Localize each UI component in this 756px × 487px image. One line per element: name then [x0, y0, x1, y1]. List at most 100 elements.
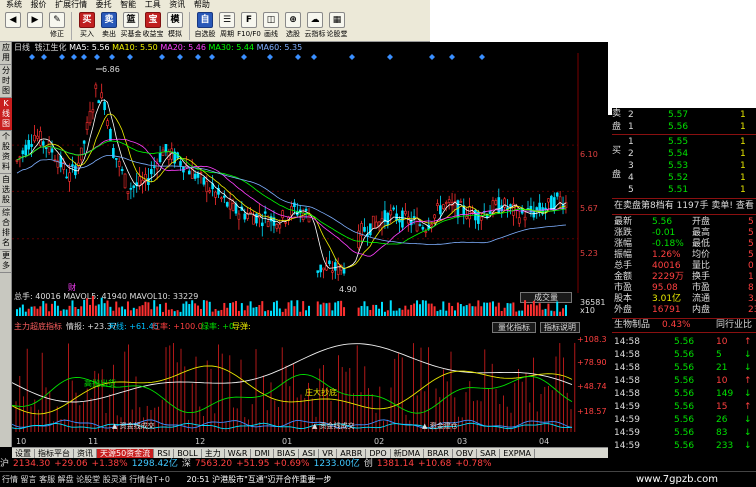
- quant-indicator-button[interactable]: 量化指标: [492, 322, 536, 333]
- volume-bar: [424, 300, 427, 316]
- indicator-tab[interactable]: 天源50资金流: [97, 449, 155, 458]
- candle-body: [243, 213, 247, 220]
- candle-body: [497, 197, 501, 214]
- forum-button[interactable]: ▦ 论股堂: [326, 10, 348, 41]
- candle-body: [249, 211, 252, 214]
- candle-body: [152, 166, 156, 168]
- volume-bar: [103, 303, 106, 316]
- edit-button[interactable]: ✎ 修正: [46, 10, 68, 41]
- menu-tools[interactable]: 工具: [145, 0, 161, 9]
- indicator-tab[interactable]: BOLL: [174, 449, 202, 458]
- volume-bar: [480, 306, 483, 316]
- indicator-tab[interactable]: BIAS: [274, 449, 300, 458]
- sell-button[interactable]: 卖卖出: [98, 10, 120, 41]
- volume-bar: [115, 301, 118, 316]
- tick-time: 14:58: [614, 389, 640, 399]
- stat-value: 1.26%: [652, 250, 681, 260]
- stock-picker-button[interactable]: ⊕ 选股: [282, 10, 304, 41]
- side-tab-kline[interactable]: K线图: [0, 98, 12, 131]
- volume-bar: [360, 305, 363, 316]
- side-tab-watchlist[interactable]: 自选股: [0, 174, 12, 207]
- menu-smart[interactable]: 智能: [120, 0, 136, 9]
- volume-bar: [48, 311, 51, 316]
- volume-bar: [375, 304, 378, 316]
- watchlist-button[interactable]: 自自选股: [194, 10, 216, 41]
- stat-value: 5: [748, 228, 754, 238]
- simulate-button[interactable]: 模模拟: [164, 10, 186, 41]
- buy-fund-label: 买基金: [120, 30, 142, 38]
- indicator-tab[interactable]: SAR: [477, 449, 501, 458]
- back-button[interactable]: ◀: [2, 10, 24, 41]
- indicator-tab[interactable]: 新DMA: [391, 449, 425, 458]
- stat-label: 股本: [614, 294, 633, 304]
- indicator-tab[interactable]: 设置: [12, 449, 35, 458]
- indicator-tab[interactable]: OBV: [453, 449, 477, 458]
- menu-system[interactable]: 系统: [6, 0, 22, 9]
- status-links[interactable]: 行情 留言 客服 解盘 论股堂 股灵通 行情台T+0: [2, 475, 170, 484]
- side-tab-apps[interactable]: 应用: [0, 42, 12, 65]
- buy-button[interactable]: 买买入: [76, 10, 98, 41]
- buy-fund-button[interactable]: 篮买基金: [120, 10, 142, 41]
- sector-row: 生物制品 0.43% 同行业比: [612, 320, 756, 331]
- diamond-marker: [241, 54, 247, 60]
- forward-button[interactable]: ▶: [24, 10, 46, 41]
- menu-extended-quotes[interactable]: 扩展行情: [55, 0, 87, 9]
- indicator-tab[interactable]: 主力: [202, 449, 225, 458]
- index-value: +29.06: [54, 459, 88, 469]
- stat-value: 5.56: [652, 217, 673, 227]
- menu-news[interactable]: 资讯: [169, 0, 185, 9]
- f10-button[interactable]: F F10/F0: [237, 10, 261, 41]
- volume-bar: [36, 308, 39, 316]
- draw-line-button[interactable]: ◫ 画线: [260, 10, 282, 41]
- tick-direction-icon: ↓: [744, 363, 752, 373]
- candle-body: [50, 148, 54, 153]
- volume-bar: [331, 310, 334, 316]
- side-tab-stock-info[interactable]: 个股资料: [0, 131, 12, 174]
- indicator-tab[interactable]: ARBR: [337, 449, 367, 458]
- period-button[interactable]: ☰ 周期: [216, 10, 238, 41]
- side-tab-intraday[interactable]: 分时图: [0, 65, 12, 98]
- indicator-tab[interactable]: DPO: [366, 449, 391, 458]
- tick-price: 5.56: [674, 337, 695, 347]
- side-tab-ranking[interactable]: 综合排名: [0, 207, 12, 250]
- candle-body: [494, 200, 498, 205]
- candle-body: [220, 197, 223, 200]
- indicator-tab[interactable]: 资讯: [74, 449, 97, 458]
- news-ticker[interactable]: 20:51 沪港股市"互通"迈开合作重要一步: [186, 475, 331, 484]
- indicator-tab[interactable]: EXPMA: [500, 449, 535, 458]
- side-tab-more[interactable]: 更多: [0, 250, 12, 273]
- volume-bar: [369, 309, 372, 316]
- candle-body: [231, 203, 235, 211]
- cloud-indicator-button[interactable]: ☁ 云指标: [304, 10, 326, 41]
- stat-value: 3.01亿: [652, 294, 682, 304]
- indicator-tab[interactable]: 指标平台: [35, 449, 74, 458]
- menu-help[interactable]: 帮助: [194, 0, 210, 9]
- candle-body: [509, 204, 512, 207]
- toolbar-separator: [71, 12, 75, 40]
- indicator-tab[interactable]: RSI: [154, 449, 175, 458]
- bid-row: 1 5.55 1: [612, 137, 756, 148]
- volume-bar: [454, 310, 456, 316]
- volume-bar: [39, 306, 42, 316]
- volume-bar: [486, 302, 489, 316]
- candle-body: [24, 144, 28, 156]
- indicator-tab[interactable]: DMI: [251, 449, 274, 458]
- yield-treasure-button[interactable]: 宝收益宝: [142, 10, 164, 41]
- candle-body: [36, 135, 39, 139]
- indicator-tab[interactable]: VR: [319, 449, 338, 458]
- kline-chart-panel[interactable]: 日线 钱江生化 MA5: 5.56 MA10: 5.50 MA20: 5.46 …: [12, 42, 608, 447]
- indicator-tab[interactable]: BRAR: [424, 449, 453, 458]
- volume-bar: [459, 304, 462, 316]
- menu-orders[interactable]: 委托: [96, 0, 112, 9]
- volume-bar: [407, 309, 410, 316]
- menu-quotes[interactable]: 报价: [31, 0, 47, 9]
- indicator-help-button[interactable]: 指标说明: [540, 322, 580, 333]
- level-number: 5: [628, 185, 634, 195]
- candle-body: [547, 198, 550, 203]
- indicator-tab[interactable]: W&R: [225, 449, 252, 458]
- sector-change: 0.43%: [662, 320, 691, 330]
- stat-row: 最新 5.56 开盘 5: [612, 217, 756, 228]
- candle-body: [202, 177, 206, 185]
- volume-bar: [138, 306, 141, 316]
- indicator-tab[interactable]: ASI: [299, 449, 320, 458]
